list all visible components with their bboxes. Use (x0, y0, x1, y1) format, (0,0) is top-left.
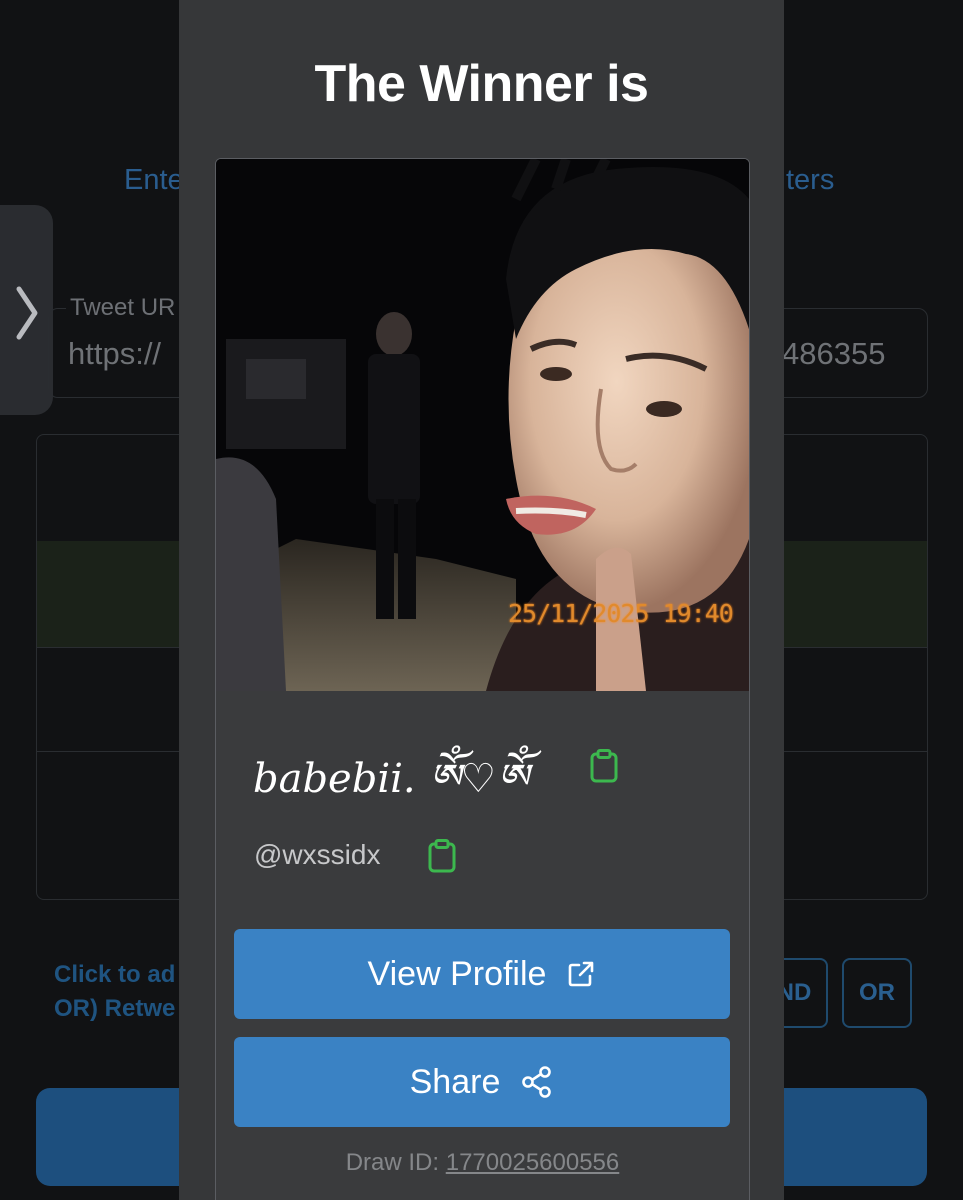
sidebar-toggle-button[interactable] (0, 205, 53, 415)
share-button[interactable]: Share (234, 1037, 730, 1127)
winner-photo: 25/11/2025 19:40 (216, 159, 749, 691)
filter-help-text[interactable]: Click to ad OR) Retwe (54, 958, 175, 1026)
tab-filters[interactable]: ters (786, 164, 834, 197)
share-nodes-icon (522, 1066, 552, 1098)
copy-username-icon[interactable] (428, 839, 456, 873)
help-text-line: OR) Retwe (54, 995, 176, 1022)
tab-enter[interactable]: Ente (124, 164, 184, 197)
tweet-url-value-end: 486355 (782, 336, 886, 371)
winner-modal: The Winner is 25/11/2025 19:40 babebii. … (179, 0, 784, 1200)
draw-id: Draw ID: 1770025600556 (216, 1149, 749, 1177)
modal-title: The Winner is (314, 55, 649, 113)
external-link-icon (569, 961, 594, 987)
winner-display-name: babebii. ༀ♡ༀ (253, 756, 529, 802)
tweet-url-label: Tweet UR (66, 294, 180, 322)
tweet-url-value-start: https:// (68, 336, 162, 371)
winner-card: 25/11/2025 19:40 babebii. ༀ♡ༀ @wxssidx V… (215, 158, 750, 1200)
draw-id-label: Draw ID: (345, 1149, 440, 1176)
share-label: Share (409, 1062, 501, 1101)
help-text-line: Click to ad (54, 961, 176, 988)
photo-timestamp: 25/11/2025 19:40 (508, 599, 734, 628)
copy-display-name-icon[interactable] (590, 749, 618, 783)
draw-id-link[interactable]: 1770025600556 (446, 1149, 620, 1176)
view-profile-label: View Profile (367, 954, 547, 993)
winner-username: @wxssidx (254, 839, 381, 870)
chevron-right-icon (16, 286, 38, 340)
view-profile-button[interactable]: View Profile (234, 929, 730, 1019)
or-button[interactable]: OR (842, 958, 912, 1028)
